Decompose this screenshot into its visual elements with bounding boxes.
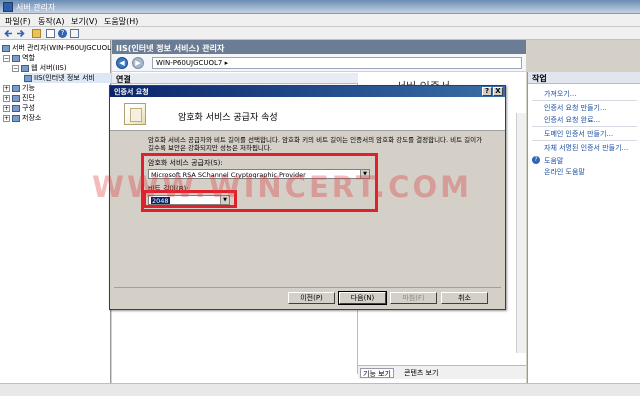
up-folder-icon[interactable] [32, 29, 41, 38]
tree-item-storage[interactable]: + 저장소 [3, 113, 41, 123]
show-hide-tree-icon[interactable] [46, 29, 55, 38]
dialog-titlebar: 인증서 요청 [110, 86, 505, 97]
menubar: 파일(F) 동작(A) 보기(V) 도움말(H) [0, 14, 640, 27]
certificate-icon [124, 103, 146, 125]
tab-features-view[interactable]: 기능 보기 [360, 368, 394, 378]
action-create-self-signed[interactable]: 자체 서명된 인증서 만들기... [544, 143, 628, 153]
panel-scrollbar[interactable] [516, 113, 526, 353]
action-help[interactable]: 도움말 [544, 156, 563, 166]
actions-pane: 작업 가져오기... 인증서 요청 만들기... 인증서 요청 완료... 도메… [527, 72, 640, 383]
chevron-down-icon[interactable]: ▼ [220, 196, 229, 204]
action-online-help[interactable]: 온라인 도움말 [544, 167, 585, 177]
storage-icon [12, 114, 20, 122]
action-complete-request[interactable]: 인증서 요청 완료... [544, 115, 600, 125]
menu-help[interactable]: 도움말(H) [104, 16, 138, 27]
cancel-button[interactable]: 취소 [441, 292, 488, 304]
iis-icon [24, 74, 32, 82]
toolbar: ? [0, 27, 640, 40]
server-manager-icon [3, 2, 13, 12]
action-create-domain-cert[interactable]: 도메인 인증서 만들기... [544, 129, 613, 139]
iis-header: IIS(인터넷 정보 서비스) 관리자 [112, 40, 526, 54]
expand-icon[interactable]: + [3, 84, 10, 92]
csp-dropdown[interactable]: Microsoft RSA SChannel Cryptographic Pro… [148, 169, 370, 179]
menu-action[interactable]: 동작(A) [38, 16, 64, 27]
menu-file[interactable]: 파일(F) [5, 16, 31, 27]
tab-content-view[interactable]: 콘텐츠 보기 [402, 368, 440, 378]
tree-item-webserver[interactable]: − 웹 서버(IIS) [12, 63, 67, 73]
dialog-divider [114, 287, 501, 288]
address-breadcrumb[interactable]: WIN-P60UJGCUOL7 [156, 59, 222, 67]
prev-button[interactable]: 이전(P) [288, 292, 335, 304]
status-bar [0, 383, 640, 396]
tree-item-iis[interactable]: IIS(인터넷 정보 서비 [24, 73, 111, 83]
dialog-close-button[interactable]: X [493, 87, 503, 96]
dialog-title: 인증서 요청 [114, 88, 149, 96]
bitlength-dropdown[interactable]: 2048 ▼ [148, 195, 230, 205]
menu-view[interactable]: 보기(V) [71, 16, 97, 27]
nav-back-icon[interactable]: ◀ [116, 57, 128, 69]
address-field[interactable]: WIN-P60UJGCUOL7 ▸ [152, 57, 522, 69]
chevron-down-icon[interactable]: ▼ [360, 170, 369, 178]
help-icon: ? [532, 156, 540, 164]
tree-item-root[interactable]: 서버 관리자(WIN-P60UJGCUOL [2, 43, 111, 53]
webserver-icon [21, 64, 29, 72]
help-toolbar-icon[interactable]: ? [58, 29, 67, 38]
navigation-tree: 서버 관리자(WIN-P60UJGCUOL − 역할 − 웹 서버(IIS) IIS… [0, 40, 111, 383]
tree-item-diagnostics[interactable]: + 진단 [3, 93, 35, 103]
action-divider [532, 140, 637, 141]
diagnostics-icon [12, 94, 20, 102]
window-title: 서버 관리자 [16, 3, 56, 12]
finish-button: 마침(F) [390, 292, 437, 304]
features-icon [12, 84, 20, 92]
collapse-icon[interactable]: − [3, 54, 10, 62]
bitlength-label: 비트 길이(B): [148, 185, 189, 193]
nav-forward-icon[interactable]: ▶ [132, 57, 144, 69]
certificate-request-dialog: 인증서 요청 ? X 암호화 서비스 공급자 속성 암호화 서비스 공급자와 비… [109, 85, 506, 310]
tree-item-roles[interactable]: − 역할 [3, 53, 35, 63]
next-button[interactable]: 다음(N) [338, 291, 387, 305]
action-divider [532, 126, 637, 127]
tree-item-features[interactable]: + 기능 [3, 83, 35, 93]
collapse-icon[interactable]: − [12, 64, 19, 72]
actions-header: 작업 [528, 72, 640, 84]
dialog-description: 암호화 서비스 공급자와 비트 길이를 선택합니다. 암호화 키의 비트 길이는… [148, 136, 483, 152]
window-titlebar: 서버 관리자 [0, 0, 640, 14]
server-icon [2, 44, 10, 52]
properties-icon[interactable] [70, 29, 79, 38]
forward-icon[interactable] [16, 29, 25, 38]
connections-header: 연결 [112, 73, 358, 84]
roles-icon [12, 54, 20, 62]
expand-icon[interactable]: + [3, 104, 10, 112]
action-divider [532, 100, 637, 101]
dialog-heading: 암호화 서비스 공급자 속성 [178, 113, 278, 123]
configuration-icon [12, 104, 20, 112]
csp-label: 암호화 서비스 공급자(S): [148, 159, 223, 167]
tree-item-configuration[interactable]: + 구성 [3, 103, 35, 113]
address-arrow-icon[interactable]: ▸ [225, 59, 229, 67]
dialog-header: 암호화 서비스 공급자 속성 [110, 97, 505, 131]
action-import[interactable]: 가져오기... [544, 89, 576, 99]
action-create-request[interactable]: 인증서 요청 만들기... [544, 103, 607, 113]
back-icon[interactable] [4, 29, 13, 38]
address-bar: ◀ ▶ WIN-P60UJGCUOL7 ▸ [112, 54, 526, 72]
view-tabs: 기능 보기 콘텐츠 보기 [358, 365, 526, 379]
dialog-help-button[interactable]: ? [482, 87, 492, 96]
expand-icon[interactable]: + [3, 94, 10, 102]
expand-icon[interactable]: + [3, 114, 10, 122]
